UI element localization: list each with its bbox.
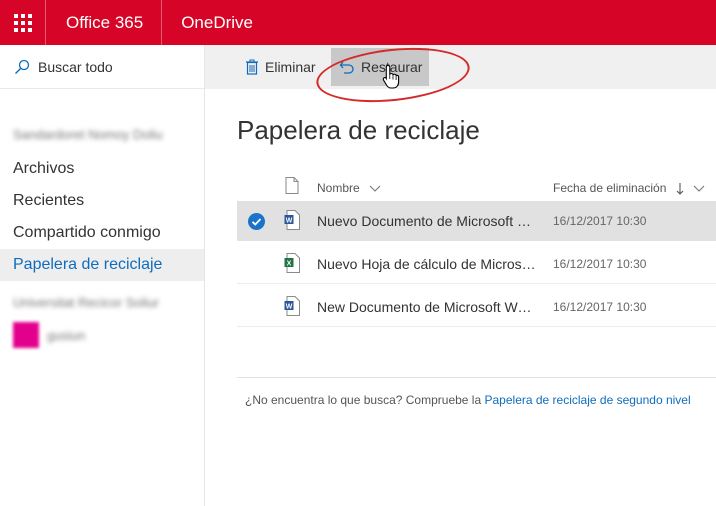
delete-button[interactable]: Eliminar [245, 45, 316, 89]
nav-item-recientes[interactable]: Recientes [0, 185, 204, 217]
nav-item-compartido[interactable]: Compartido conmigo [0, 217, 204, 249]
nav-item-archivos[interactable]: Archivos [0, 153, 204, 185]
file-deleted-date: 16/12/2017 10:30 [553, 300, 647, 314]
word-icon: W [284, 296, 300, 316]
divider [237, 377, 716, 378]
search-label: Buscar todo [38, 58, 113, 75]
svg-text:W: W [286, 304, 293, 311]
cursor-icon [382, 64, 400, 89]
office-brand-link[interactable]: Office 365 [46, 0, 163, 45]
chevron-down-icon [369, 185, 381, 193]
app-launcher-button[interactable] [0, 0, 46, 45]
suite-header: Office 365 OneDrive [0, 0, 716, 45]
user-name-blurred: gusiun [47, 327, 86, 343]
nav-list: Archivos Recientes Compartido conmigo Pa… [0, 153, 204, 281]
document-icon [285, 177, 299, 194]
delete-label: Eliminar [265, 59, 316, 75]
check-icon[interactable] [248, 213, 265, 230]
second-stage-recycle-bin-link[interactable]: Papelera de reciclaje de segundo nivel [485, 393, 691, 407]
list-header: Nombre Fecha de eliminación [237, 172, 716, 204]
sort-arrow-icon [676, 182, 684, 195]
file-deleted-date: 16/12/2017 10:30 [553, 257, 647, 271]
nav-item-papelera[interactable]: Papelera de reciclaje [0, 249, 204, 281]
waffle-icon [13, 13, 32, 32]
chevron-down-icon [693, 185, 705, 193]
table-row[interactable]: W New Documento de Microsoft Word 16/12/… [237, 287, 716, 327]
app-name-link[interactable]: OneDrive [162, 0, 253, 45]
file-name[interactable]: New Documento de Microsoft Word [317, 299, 537, 315]
account-name-blurred: Sandardoret Nomoy Doliu [13, 127, 163, 142]
trash-icon [246, 59, 258, 75]
group-name-blurred: Universitat Recicor Soliur [13, 295, 159, 310]
footer-message: ¿No encuentra lo que busca? Compruebe la… [245, 393, 691, 407]
footer-text: ¿No encuentra lo que busca? Compruebe la [245, 393, 482, 407]
search-box[interactable]: Buscar todo [0, 45, 204, 89]
shared-user-item[interactable]: gusiun [13, 322, 85, 348]
page-title: Papelera de reciclaje [237, 115, 480, 145]
main-content: Papelera de reciclaje Nombre Fecha de el… [205, 89, 716, 506]
column-header-date[interactable]: Fecha de eliminación [553, 181, 705, 195]
column-header-name[interactable]: Nombre [317, 181, 381, 195]
avatar [13, 322, 39, 348]
file-name[interactable]: Nuevo Documento de Microsoft Word [317, 213, 537, 229]
excel-icon: X [284, 253, 300, 273]
svg-text:X: X [287, 261, 292, 268]
column-date-label: Fecha de eliminación [553, 181, 667, 195]
column-name-label: Nombre [317, 181, 360, 195]
table-row[interactable]: W Nuevo Documento de Microsoft Word 16/1… [237, 201, 716, 241]
svg-text:W: W [286, 218, 293, 225]
table-row[interactable]: X Nuevo Hoja de cálculo de Microsoft Exc… [237, 244, 716, 284]
search-icon [15, 59, 30, 74]
file-deleted-date: 16/12/2017 10:30 [553, 214, 647, 228]
word-icon: W [284, 210, 300, 230]
left-navigation: Buscar todo Sandardoret Nomoy Doliu Arch… [0, 45, 205, 506]
file-name[interactable]: Nuevo Hoja de cálculo de Microsoft Excel [317, 256, 537, 272]
